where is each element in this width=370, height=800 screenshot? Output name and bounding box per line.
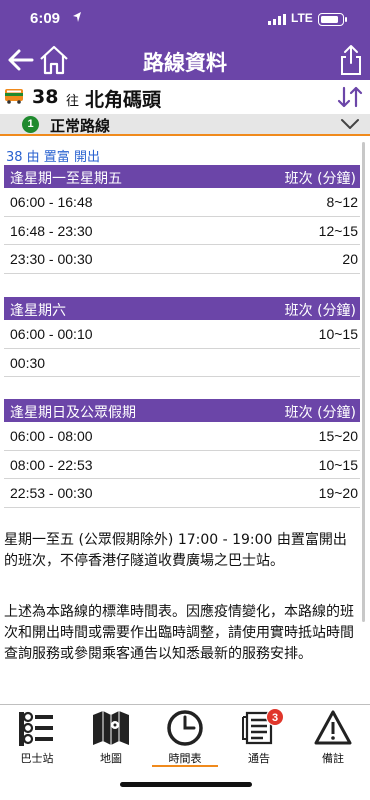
frequency-value: 19~20 — [318, 485, 358, 501]
network-label: LTE — [291, 11, 313, 25]
time-period: 06:00 - 00:10 — [10, 326, 93, 342]
timetable-content[interactable]: 38 由 置富 開出 逢星期一至星期五 班次 (分鐘) 06:00 - 16:4… — [0, 138, 370, 704]
group-title: 逢星期一至星期五 — [10, 171, 122, 187]
timetable-note: 上述為本路線的標準時間表。因應疫情變化，本路線的班次和開出時間或需要作出臨時調整… — [4, 604, 354, 662]
variant-number-badge: 1 — [22, 116, 39, 133]
time-period: 06:00 - 08:00 — [10, 428, 93, 444]
route-destination: 北角碼頭 — [85, 89, 162, 111]
time-period: 06:00 - 16:48 — [10, 194, 93, 210]
tab-label: 地圖 — [100, 752, 122, 765]
route-header: 38 往 北角碼頭 — [0, 80, 370, 114]
table-row: 06:00 - 16:48 8~12 — [4, 188, 360, 217]
departure-label: 38 由 置富 開出 — [6, 150, 100, 165]
timetable-note: 星期一至五 (公眾假期除外) 17:00 - 19:00 由置富開出的班次，不停… — [4, 532, 347, 569]
notice-count-badge: 3 — [266, 708, 284, 726]
route-number: 38 — [32, 86, 59, 108]
frequency-value: 15~20 — [318, 428, 358, 444]
time-period: 08:00 - 22:53 — [10, 456, 93, 473]
tab-map[interactable]: 地圖 — [74, 705, 148, 775]
timetable-group-weekday: 逢星期一至星期五 班次 (分鐘) 06:00 - 16:48 8~12 16:4… — [4, 165, 360, 274]
table-row: 06:00 - 00:10 10~15 — [4, 320, 360, 349]
route-variant-selector[interactable]: 1 正常路線 — [0, 114, 370, 136]
tab-notices[interactable]: 3 通告 — [222, 705, 296, 775]
table-row: 23:30 - 00:30 20 — [4, 245, 360, 274]
time-period: 16:48 - 23:30 — [10, 222, 93, 239]
tab-timetable[interactable]: 時間表 — [148, 705, 222, 775]
map-icon — [93, 711, 129, 745]
location-arrow-icon — [73, 12, 81, 22]
frequency-header: 班次 (分鐘) — [284, 303, 356, 319]
signal-icon — [268, 14, 286, 25]
table-row: 16:48 - 23:30 12~15 — [4, 217, 360, 245]
frequency-value: 20 — [342, 251, 358, 267]
bus-stop-icon — [19, 711, 53, 746]
share-icon[interactable] — [339, 43, 363, 77]
swap-direction-icon[interactable] — [336, 85, 364, 109]
group-title: 逢星期六 — [10, 303, 66, 319]
frequency-header: 班次 (分鐘) — [284, 405, 356, 421]
table-row: 08:00 - 22:53 10~15 — [4, 451, 360, 479]
group-header: 逢星期日及公眾假期 班次 (分鐘) — [4, 399, 360, 422]
home-indicator — [120, 782, 252, 787]
time-period: 23:30 - 00:30 — [10, 251, 93, 267]
group-title: 逢星期日及公眾假期 — [10, 405, 136, 421]
bus-icon — [5, 89, 23, 104]
status-time: 6:09 — [30, 10, 61, 27]
chevron-down-icon[interactable] — [340, 117, 360, 131]
frequency-header: 班次 (分鐘) — [284, 171, 356, 187]
table-row: 22:53 - 00:30 19~20 — [4, 479, 360, 508]
frequency-value: 12~15 — [318, 222, 358, 239]
frequency-value: 10~15 — [318, 326, 358, 342]
variant-label: 正常路線 — [50, 117, 111, 135]
status-bar: 6:09 LTE — [0, 0, 370, 40]
table-row: 06:00 - 08:00 15~20 — [4, 422, 360, 451]
battery-icon — [318, 13, 344, 26]
tab-bus-stops[interactable]: 巴士站 — [0, 705, 74, 775]
clock-icon — [167, 710, 203, 746]
group-header: 逢星期六 班次 (分鐘) — [4, 297, 360, 320]
tab-label: 備註 — [322, 752, 344, 765]
timetable-group-sunday-holiday: 逢星期日及公眾假期 班次 (分鐘) 06:00 - 08:00 15~20 08… — [4, 399, 360, 508]
active-tab-indicator — [152, 765, 218, 767]
scrollbar[interactable] — [362, 142, 365, 622]
warning-icon — [314, 710, 352, 745]
time-period: 22:53 - 00:30 — [10, 485, 93, 501]
page-title: 路線資料 — [143, 51, 227, 75]
frequency-value: 8~12 — [326, 194, 358, 210]
timetable-group-saturday: 逢星期六 班次 (分鐘) 06:00 - 00:10 10~15 00:30 — [4, 297, 360, 377]
tab-remarks[interactable]: 備註 — [296, 705, 370, 775]
towards-label: 往 — [66, 94, 80, 109]
frequency-value: 10~15 — [318, 456, 358, 473]
time-period: 00:30 — [10, 354, 46, 371]
tab-label: 巴士站 — [20, 752, 54, 765]
tab-label: 時間表 — [168, 752, 202, 765]
table-row: 00:30 — [4, 349, 360, 377]
tab-label: 通告 — [248, 752, 270, 765]
nav-bar: 路線資料 — [0, 40, 370, 80]
group-header: 逢星期一至星期五 班次 (分鐘) — [4, 165, 360, 188]
